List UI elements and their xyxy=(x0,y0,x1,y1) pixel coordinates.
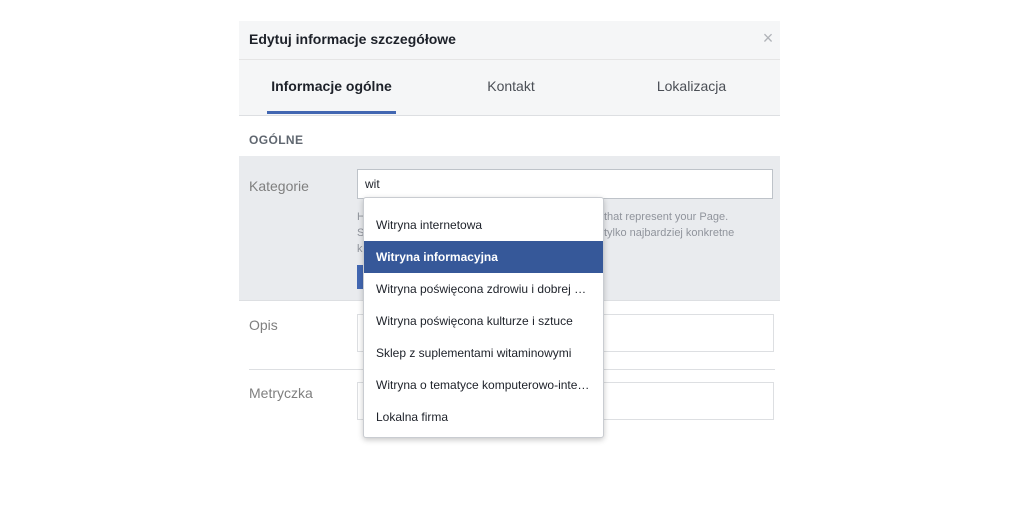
suggestion-item[interactable]: Lokalna firma xyxy=(364,401,603,433)
suggestion-item-selected[interactable]: Witryna informacyjna xyxy=(364,241,603,273)
active-tab-indicator xyxy=(267,111,396,114)
section-title: OGÓLNE xyxy=(249,133,304,147)
suggestion-item[interactable]: Witryna o tematyce komputerowo-interneto… xyxy=(364,369,603,401)
suggestion-item[interactable]: Witryna poświęcona zdrowiu i dobrej kond… xyxy=(364,273,603,305)
category-label: Kategorie xyxy=(249,178,309,194)
tab-general-info[interactable]: Informacje ogólne xyxy=(267,60,396,115)
dialog-title: Edytuj informacje szczegółowe xyxy=(249,31,456,47)
help-line: that represent your Page. xyxy=(604,211,729,223)
close-icon[interactable]: × xyxy=(760,29,776,47)
category-suggestions-dropdown: Witryna internetowa Witryna informacyjna… xyxy=(363,197,604,438)
suggestion-item[interactable]: Sklep z suplementami witaminowymi xyxy=(364,337,603,369)
metric-label: Metryczka xyxy=(249,385,313,401)
suggestion-item[interactable]: Witryna internetowa xyxy=(364,209,603,241)
tab-contact[interactable]: Kontakt xyxy=(461,60,561,115)
suggestion-item[interactable]: Witryna poświęcona kulturze i sztuce xyxy=(364,305,603,337)
category-input[interactable]: wit xyxy=(357,169,773,199)
tab-location[interactable]: Lokalizacja xyxy=(639,60,744,115)
description-label: Opis xyxy=(249,317,278,333)
dialog-header: Edytuj informacje szczegółowe × xyxy=(239,21,780,60)
help-text-right: that represent your Page. tylko najbardz… xyxy=(604,209,734,241)
tab-bar: Informacje ogólne Kontakt Lokalizacja xyxy=(239,60,780,116)
help-line: tylko najbardziej konkretne xyxy=(604,227,735,239)
